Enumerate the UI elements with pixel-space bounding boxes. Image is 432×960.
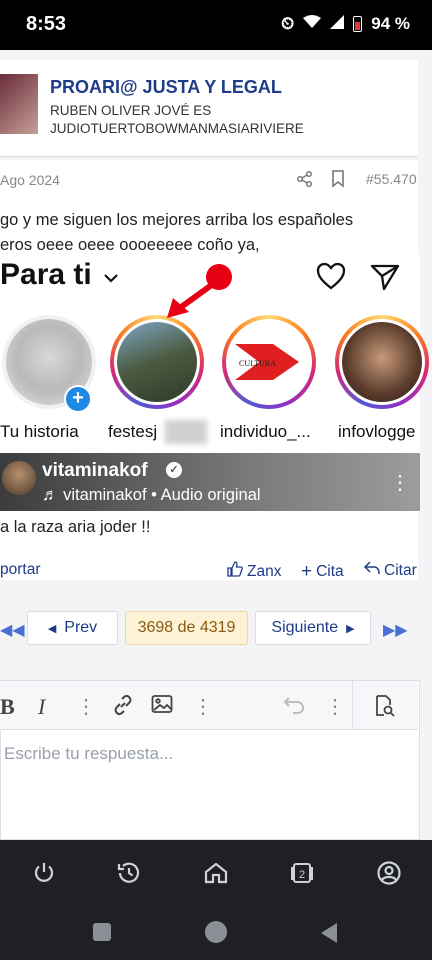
instagram-feed-title[interactable]: Para ti	[0, 258, 92, 292]
reel-audio[interactable]: ♬ vitaminakof • Audio original	[42, 486, 261, 505]
bold-icon[interactable]: B	[0, 694, 15, 720]
story-label-infovlogge: infovlogge	[338, 422, 416, 441]
like-label: Zanx	[247, 562, 282, 580]
image-icon[interactable]	[151, 694, 173, 720]
caret-right-icon: ▶	[346, 622, 355, 635]
heart-icon[interactable]	[316, 262, 346, 295]
toolbar-divider	[352, 681, 353, 729]
reel-audio-label: vitaminakof • Audio original	[63, 486, 261, 504]
story-individuo[interactable]: CULTURA	[222, 315, 316, 409]
italic-icon[interactable]: I	[38, 694, 45, 720]
share-icon[interactable]	[296, 170, 314, 188]
link-icon[interactable]	[112, 694, 134, 722]
reel-username[interactable]: vitaminakof	[42, 460, 148, 482]
reply-icon	[363, 561, 380, 580]
back-icon[interactable]	[319, 922, 339, 949]
more-options-icon[interactable]: ⋮	[76, 694, 96, 719]
power-icon[interactable]	[31, 860, 57, 886]
history-icon[interactable]	[116, 860, 142, 886]
last-page-icon[interactable]: ▶▶	[383, 620, 408, 640]
annotation-arrow-icon	[163, 262, 237, 327]
post-number[interactable]: #55.470	[366, 171, 417, 187]
signal-icon	[330, 14, 345, 34]
status-icons: ⏲ 94 %	[281, 14, 410, 34]
thread-thumbnail[interactable]	[0, 74, 38, 134]
post-date[interactable]: Ago 2024	[0, 172, 60, 188]
chevron-down-icon[interactable]	[104, 270, 118, 288]
quote-label: Cita	[316, 563, 344, 580]
thread-subtitle-line2: JUDIOTUERTOBOWMANMASIARIVIERE	[50, 121, 304, 136]
home-icon[interactable]	[203, 860, 229, 886]
alarm-icon: ⏲	[280, 14, 295, 33]
more-vertical-icon[interactable]: ⋮	[390, 470, 410, 495]
first-page-icon[interactable]: ◀◀	[0, 620, 25, 640]
undo-icon[interactable]	[283, 694, 305, 720]
thread-subtitle: RUBEN OLIVER JOVÉ ES JUDIOTUERTOBOWMANMA…	[50, 102, 304, 138]
home-circle-icon[interactable]	[205, 921, 227, 943]
add-story-icon[interactable]: +	[64, 385, 92, 413]
story-infovlogge[interactable]	[335, 315, 429, 409]
prev-page-button[interactable]: ◀ Prev	[27, 611, 118, 645]
prev-label: Prev	[64, 619, 98, 636]
more-options-icon[interactable]: ⋮	[325, 694, 345, 719]
like-button[interactable]: Zanx	[227, 561, 281, 582]
thread-subtitle-line1: RUBEN OLIVER JOVÉ ES	[50, 103, 212, 118]
avatar	[117, 322, 197, 402]
send-icon[interactable]	[370, 263, 400, 296]
post-text-after: a la raza aria joder !!	[0, 518, 151, 536]
page-selector[interactable]: 3698 de 4319	[125, 611, 248, 645]
svg-text:CULTURA: CULTURA	[239, 359, 276, 368]
story-festesj[interactable]	[110, 315, 204, 409]
reply-input[interactable]: Escribe tu respuesta...	[4, 744, 173, 764]
account-icon[interactable]	[376, 860, 402, 886]
reply-label: Citar	[384, 561, 417, 579]
music-note-icon: ♬	[42, 486, 59, 504]
story-label-own: Tu historia	[0, 422, 79, 441]
blur-overlay	[165, 420, 207, 444]
status-time: 8:53	[26, 13, 67, 35]
verified-icon: ✓	[166, 462, 182, 478]
svg-text:2: 2	[299, 869, 305, 881]
report-link[interactable]: portar	[0, 561, 41, 579]
avatar[interactable]	[2, 461, 36, 495]
multi-quote-button[interactable]: + Cita	[301, 561, 344, 583]
more-options-icon[interactable]: ⋮	[193, 694, 213, 719]
battery-icon	[353, 16, 363, 32]
bookmark-icon[interactable]	[331, 170, 347, 188]
post-text: go y me siguen los mejores arriba los es…	[0, 208, 353, 258]
wifi-icon	[303, 14, 322, 34]
story-label-festesj: festesj	[108, 422, 158, 441]
post-text-line1: go y me siguen los mejores arriba los es…	[0, 211, 354, 229]
thread-title[interactable]: PROARI@ JUSTA Y LEGAL	[50, 77, 282, 98]
story-label-individuo: individuo_...	[220, 422, 311, 441]
battery-percent: 94 %	[371, 14, 410, 33]
plus-icon: +	[301, 561, 313, 582]
status-bar: 8:53 ⏲ 94 %	[0, 0, 432, 50]
tabs-icon[interactable]: 2	[289, 860, 315, 886]
preview-icon[interactable]	[373, 694, 397, 724]
thumbs-up-icon	[227, 561, 243, 582]
avatar: CULTURA	[229, 322, 309, 402]
caret-left-icon: ◀	[47, 622, 57, 635]
reply-button[interactable]: Citar	[363, 561, 417, 580]
avatar	[342, 322, 422, 402]
next-label: Siguiente	[271, 619, 339, 636]
next-page-button[interactable]: Siguiente ▶	[255, 611, 371, 645]
recents-icon[interactable]	[93, 923, 111, 941]
